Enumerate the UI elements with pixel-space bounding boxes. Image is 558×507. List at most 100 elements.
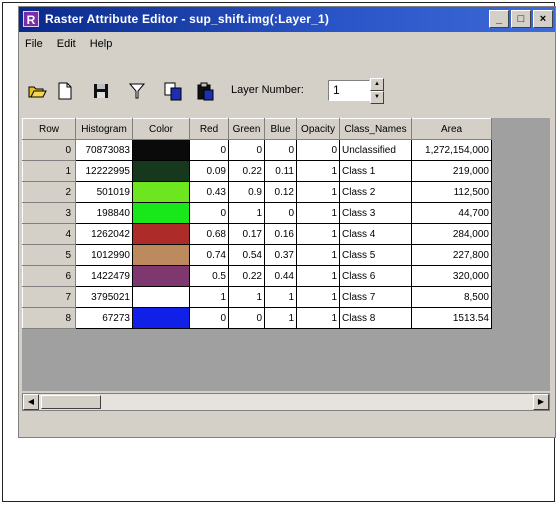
class-name-cell[interactable]: Unclassified [339, 139, 412, 161]
table-row[interactable]: 8 67273 0 0 1 1 Class 8 1513.54 [22, 307, 492, 329]
red-cell[interactable]: 1 [189, 286, 229, 308]
table-row[interactable]: 3 198840 0 1 0 1 Class 3 44,700 [22, 202, 492, 224]
row-number-cell[interactable]: 6 [22, 265, 76, 287]
row-number-cell[interactable]: 2 [22, 181, 76, 203]
row-number-cell[interactable]: 0 [22, 139, 76, 161]
green-cell[interactable]: 0.54 [228, 244, 265, 266]
area-cell[interactable]: 284,000 [411, 223, 492, 245]
col-opacity-header[interactable]: Opacity [296, 118, 340, 140]
col-area-header[interactable]: Area [411, 118, 492, 140]
green-cell[interactable]: 0.22 [228, 160, 265, 182]
class-name-cell[interactable]: Class 3 [339, 202, 412, 224]
blue-cell[interactable]: 0.37 [264, 244, 297, 266]
col-blue-header[interactable]: Blue [264, 118, 297, 140]
histogram-cell[interactable]: 3795021 [75, 286, 133, 308]
opacity-cell[interactable]: 1 [296, 160, 340, 182]
red-cell[interactable]: 0 [189, 139, 229, 161]
blue-cell[interactable]: 0.12 [264, 181, 297, 203]
row-number-cell[interactable]: 8 [22, 307, 76, 329]
row-number-cell[interactable]: 4 [22, 223, 76, 245]
histogram-cell[interactable]: 1012990 [75, 244, 133, 266]
color-cell[interactable] [132, 139, 190, 161]
red-cell[interactable]: 0.43 [189, 181, 229, 203]
filter-icon[interactable] [127, 81, 147, 101]
class-name-cell[interactable]: Class 1 [339, 160, 412, 182]
green-cell[interactable]: 0.17 [228, 223, 265, 245]
red-cell[interactable]: 0 [189, 307, 229, 329]
table-row[interactable]: 0 70873083 0 0 0 0 Unclassified 1,272,154,000 [22, 139, 492, 161]
row-number-cell[interactable]: 7 [22, 286, 76, 308]
col-red-header[interactable]: Red [189, 118, 229, 140]
area-cell[interactable]: 227,800 [411, 244, 492, 266]
blue-cell[interactable]: 1 [264, 286, 297, 308]
opacity-cell[interactable]: 1 [296, 181, 340, 203]
minimize-button[interactable]: _ [489, 10, 509, 28]
green-cell[interactable]: 0 [228, 139, 265, 161]
col-row-header[interactable]: Row [22, 118, 76, 140]
area-cell[interactable]: 112,500 [411, 181, 492, 203]
table-row[interactable]: 4 1262042 0.68 0.17 0.16 1 Class 4 284,000 [22, 223, 492, 245]
green-cell[interactable]: 0 [228, 307, 265, 329]
red-cell[interactable]: 0.09 [189, 160, 229, 182]
class-name-cell[interactable]: Class 4 [339, 223, 412, 245]
col-green-header[interactable]: Green [228, 118, 265, 140]
blue-cell[interactable]: 0.11 [264, 160, 297, 182]
class-name-cell[interactable]: Class 7 [339, 286, 412, 308]
opacity-cell[interactable]: 1 [296, 265, 340, 287]
color-cell[interactable] [132, 181, 190, 203]
color-cell[interactable] [132, 244, 190, 266]
blue-cell[interactable]: 0 [264, 202, 297, 224]
blue-cell[interactable]: 0.16 [264, 223, 297, 245]
area-cell[interactable]: 219,000 [411, 160, 492, 182]
histogram-cell[interactable]: 1422479 [75, 265, 133, 287]
scroll-left-icon[interactable]: ◀ [23, 394, 39, 410]
class-name-cell[interactable]: Class 8 [339, 307, 412, 329]
color-cell[interactable] [132, 160, 190, 182]
title-bar[interactable]: R Raster Attribute Editor - sup_shift.im… [19, 7, 555, 32]
histogram-cell[interactable]: 198840 [75, 202, 133, 224]
color-cell[interactable] [132, 307, 190, 329]
green-cell[interactable]: 0.9 [228, 181, 265, 203]
close-button[interactable]: × [533, 10, 553, 28]
table-row[interactable]: 6 1422479 0.5 0.22 0.44 1 Class 6 320,000 [22, 265, 492, 287]
save-icon[interactable] [91, 81, 111, 101]
area-cell[interactable]: 8,500 [411, 286, 492, 308]
color-cell[interactable] [132, 265, 190, 287]
table-row[interactable]: 5 1012990 0.74 0.54 0.37 1 Class 5 227,800 [22, 244, 492, 266]
opacity-cell[interactable]: 1 [296, 307, 340, 329]
red-cell[interactable]: 0.68 [189, 223, 229, 245]
col-histogram-header[interactable]: Histogram [75, 118, 133, 140]
histogram-cell[interactable]: 1262042 [75, 223, 133, 245]
scroll-right-icon[interactable]: ▶ [533, 394, 549, 410]
opacity-cell[interactable]: 1 [296, 244, 340, 266]
blue-cell[interactable]: 1 [264, 307, 297, 329]
menu-help[interactable]: Help [90, 38, 113, 50]
opacity-cell[interactable]: 1 [296, 202, 340, 224]
spin-down-icon[interactable]: ▼ [370, 91, 384, 104]
opacity-cell[interactable]: 1 [296, 223, 340, 245]
copy-icon[interactable] [163, 81, 183, 101]
class-name-cell[interactable]: Class 2 [339, 181, 412, 203]
blue-cell[interactable]: 0 [264, 139, 297, 161]
green-cell[interactable]: 1 [228, 202, 265, 224]
histogram-cell[interactable]: 67273 [75, 307, 133, 329]
horizontal-scrollbar[interactable]: ◀ ▶ [22, 393, 550, 411]
red-cell[interactable]: 0 [189, 202, 229, 224]
blue-cell[interactable]: 0.44 [264, 265, 297, 287]
area-cell[interactable]: 1,272,154,000 [411, 139, 492, 161]
row-number-cell[interactable]: 5 [22, 244, 76, 266]
red-cell[interactable]: 0.74 [189, 244, 229, 266]
area-cell[interactable]: 1513.54 [411, 307, 492, 329]
row-number-cell[interactable]: 3 [22, 202, 76, 224]
histogram-cell[interactable]: 501019 [75, 181, 133, 203]
opacity-cell[interactable]: 1 [296, 286, 340, 308]
open-folder-icon[interactable] [27, 81, 47, 101]
red-cell[interactable]: 0.5 [189, 265, 229, 287]
class-name-cell[interactable]: Class 5 [339, 244, 412, 266]
color-cell[interactable] [132, 223, 190, 245]
histogram-cell[interactable]: 70873083 [75, 139, 133, 161]
green-cell[interactable]: 1 [228, 286, 265, 308]
col-color-header[interactable]: Color [132, 118, 190, 140]
table-row[interactable]: 1 12222995 0.09 0.22 0.11 1 Class 1 219,000 [22, 160, 492, 182]
spin-up-icon[interactable]: ▲ [370, 78, 384, 91]
